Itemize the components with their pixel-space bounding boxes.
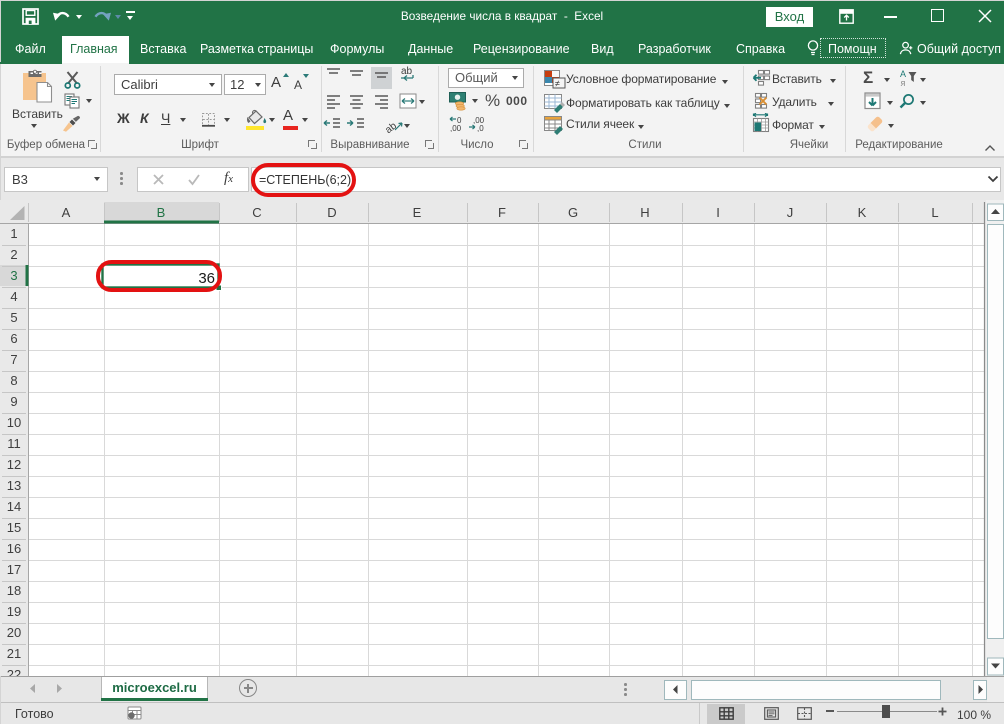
svg-text:G: G: [568, 205, 578, 220]
svg-text:,00: ,00: [450, 124, 462, 133]
svg-text:L: L: [931, 205, 938, 220]
svg-text:14: 14: [7, 499, 21, 514]
svg-text:9: 9: [10, 394, 17, 409]
svg-text:A: A: [62, 205, 71, 220]
svg-text:8: 8: [10, 373, 17, 388]
svg-text:13: 13: [7, 478, 21, 493]
svg-text:16: 16: [7, 541, 21, 556]
svg-text:5: 5: [10, 310, 17, 325]
svg-text:3: 3: [10, 268, 17, 283]
svg-text:C: C: [252, 205, 261, 220]
svg-text:,0: ,0: [477, 124, 484, 133]
svg-text:17: 17: [7, 562, 21, 577]
svg-text:2: 2: [10, 247, 17, 262]
svg-text:18: 18: [7, 583, 21, 598]
svg-text:B: B: [157, 205, 166, 220]
svg-text:K: K: [858, 205, 867, 220]
svg-text:6: 6: [10, 331, 17, 346]
svg-text:E: E: [413, 205, 422, 220]
svg-text:10: 10: [7, 415, 21, 430]
svg-text:I: I: [716, 205, 720, 220]
svg-text:J: J: [787, 205, 794, 220]
svg-text:я: я: [901, 78, 906, 88]
svg-text:11: 11: [7, 436, 21, 451]
svg-text:21: 21: [7, 646, 21, 661]
svg-text:12: 12: [7, 457, 21, 472]
svg-text:22: 22: [7, 667, 21, 676]
svg-text:7: 7: [10, 352, 17, 367]
svg-text:1: 1: [10, 226, 17, 241]
svg-text:H: H: [640, 205, 649, 220]
svg-text:4: 4: [10, 289, 17, 304]
svg-text:19: 19: [7, 604, 21, 619]
svg-text:D: D: [327, 205, 336, 220]
svg-text:≠: ≠: [555, 79, 560, 89]
svg-text:F: F: [498, 205, 506, 220]
svg-text:15: 15: [7, 520, 21, 535]
svg-text:20: 20: [7, 625, 21, 640]
